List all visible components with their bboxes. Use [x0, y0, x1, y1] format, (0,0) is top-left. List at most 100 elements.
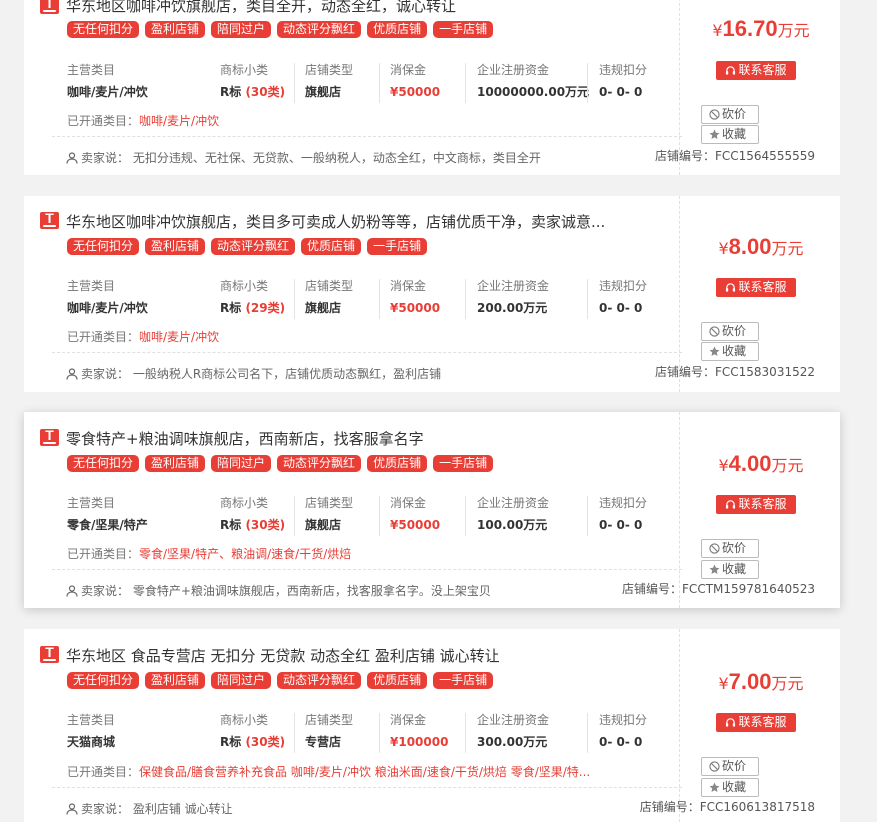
currency-symbol: ¥: [718, 674, 729, 693]
listing-card[interactable]: T 华东地区咖啡冲饮旗舰店，类目多可卖成人奶粉等等，店铺优质干净，卖家诚意...…: [24, 196, 840, 392]
shop-type-value: 旗舰店: [305, 85, 342, 99]
trademark-count: (30类): [245, 85, 286, 99]
price: ¥16.70万元: [682, 16, 840, 42]
shop-type: 店铺类型 旗舰店: [305, 495, 353, 534]
shop-number-value: FCCTM159781640523: [682, 582, 815, 596]
divider: [587, 279, 588, 319]
bargain-button[interactable]: 砍价: [701, 105, 759, 124]
capital-value: 300.00万元: [477, 735, 548, 749]
divider: [294, 496, 295, 536]
listing-card[interactable]: T 华东地区咖啡冲饮旗舰店，类目全开，动态全红，诚心转让 无任何扣分 盈利店铺 …: [24, 0, 840, 175]
tag: 盈利店铺: [145, 21, 206, 38]
bargain-button[interactable]: 砍价: [701, 322, 759, 341]
shop-number-value: FCC1564555559: [714, 149, 815, 163]
penalty-value: 0- 0- 0: [599, 735, 643, 749]
contact-service-button[interactable]: 联系客服: [716, 713, 796, 732]
divider: [294, 63, 295, 103]
main-category-label: 主营类目: [67, 279, 116, 293]
seller-note-text: 盈利店铺 诚心转让: [132, 802, 233, 816]
deposit: 消保金 ¥50000: [390, 495, 440, 534]
seller-note: 卖家说： 盈利店铺 诚心转让: [66, 800, 233, 817]
contact-service-label: 联系客服: [738, 715, 787, 729]
ban-icon: [709, 326, 720, 337]
bargain-label: 砍价: [722, 541, 747, 555]
main-category: 主营类目 咖啡/麦片/冲饮: [67, 278, 148, 317]
trademark-value: R标: [220, 301, 242, 315]
contact-service-button[interactable]: 联系客服: [716, 278, 796, 297]
divider: [294, 279, 295, 319]
bargain-button[interactable]: 砍价: [701, 539, 759, 558]
main-category-label: 主营类目: [67, 496, 116, 510]
favorite-button[interactable]: 收藏: [701, 125, 759, 144]
divider: [52, 136, 682, 137]
opened-categories-label: 已开通类目：: [67, 114, 140, 128]
trademark-value: R标: [220, 518, 242, 532]
listing-card[interactable]: T 华东地区 食品专营店 无扣分 无贷款 动态全红 盈利店铺 诚心转让 无任何扣…: [24, 629, 840, 822]
listing-title[interactable]: 零食特产+粮油调味旗舰店，西南新店，找客服拿名字: [66, 428, 666, 449]
shop-number: 店铺编号：FCC1583031522: [655, 363, 815, 380]
contact-service-button[interactable]: 联系客服: [716, 61, 796, 80]
favorite-label: 收藏: [722, 562, 747, 576]
shop-number-label: 店铺编号：: [622, 582, 683, 596]
divider: [587, 713, 588, 753]
capital: 企业注册资金 10000000.00万元: [477, 62, 589, 101]
listing-title[interactable]: 华东地区咖啡冲饮旗舰店，类目多可卖成人奶粉等等，店铺优质干净，卖家诚意...: [66, 211, 666, 232]
opened-categories-value: 保健食品/膳食营养补充食品 咖啡/麦片/冲饮 粮油米面/速食/干货/烘焙 零食/…: [139, 765, 591, 779]
tag: 一手店铺: [433, 455, 494, 472]
deposit-value: ¥50000: [390, 85, 441, 99]
contact-service-button[interactable]: 联系客服: [716, 495, 796, 514]
shop-number: 店铺编号：FCC160613817518: [640, 798, 815, 815]
main-category: 主营类目 天猫商城: [67, 712, 115, 751]
tag: 盈利店铺: [145, 455, 206, 472]
seller-note-text: 零食特产+粮油调味旗舰店，西南新店，找客服拿名字。没上架宝贝: [132, 584, 491, 598]
tmall-logo-icon: T: [40, 0, 59, 14]
penalty: 违规扣分 0- 0- 0: [599, 495, 647, 534]
penalty-value: 0- 0- 0: [599, 85, 643, 99]
shop-number: 店铺编号：FCCTM159781640523: [622, 580, 815, 597]
bargain-button[interactable]: 砍价: [701, 757, 759, 776]
divider: [52, 569, 682, 570]
tmall-logo-icon: T: [40, 427, 59, 446]
price-unit: 万元: [777, 21, 810, 40]
favorite-button[interactable]: 收藏: [701, 342, 759, 361]
price: ¥4.00万元: [682, 451, 840, 477]
trademark: 商标小类 R标 (30类): [220, 712, 285, 751]
trademark-label: 商标小类: [220, 496, 269, 510]
divider: [379, 279, 380, 319]
tag: 动态评分飘红: [211, 238, 296, 255]
person-icon: [66, 803, 78, 815]
tag: 陪同过户: [211, 455, 272, 472]
favorite-button[interactable]: 收藏: [701, 560, 759, 579]
deposit-label: 消保金: [390, 496, 427, 510]
price-value: 16.70: [722, 16, 778, 41]
divider: [465, 63, 466, 103]
deposit-value: ¥100000: [390, 735, 449, 749]
opened-categories-label: 已开通类目：: [67, 547, 140, 561]
tag: 陪同过户: [211, 672, 272, 689]
capital-label: 企业注册资金: [477, 63, 550, 77]
penalty-label: 违规扣分: [599, 496, 648, 510]
deposit: 消保金 ¥100000: [390, 712, 448, 751]
price-value: 8.00: [728, 234, 772, 259]
shop-type-label: 店铺类型: [305, 713, 354, 727]
price-unit: 万元: [771, 239, 804, 258]
favorite-label: 收藏: [722, 127, 747, 141]
tag-list: 无任何扣分 盈利店铺 陪同过户 动态评分飘红 优质店铺 一手店铺: [67, 455, 494, 472]
tag: 动态评分飘红: [277, 21, 362, 38]
currency-symbol: ¥: [718, 456, 729, 475]
listing-title[interactable]: 华东地区咖啡冲饮旗舰店，类目全开，动态全红，诚心转让: [66, 0, 666, 16]
star-icon: [709, 782, 720, 792]
listing-title[interactable]: 华东地区 食品专营店 无扣分 无贷款 动态全红 盈利店铺 诚心转让: [66, 645, 666, 666]
bargain-label: 砍价: [722, 324, 747, 338]
person-icon: [66, 152, 78, 164]
penalty-value: 0- 0- 0: [599, 301, 643, 315]
listing-card[interactable]: T 零食特产+粮油调味旗舰店，西南新店，找客服拿名字 无任何扣分 盈利店铺 陪同…: [24, 412, 840, 608]
divider: [587, 496, 588, 536]
shop-type-label: 店铺类型: [305, 496, 354, 510]
favorite-button[interactable]: 收藏: [701, 778, 759, 797]
price: ¥8.00万元: [682, 234, 840, 260]
tag: 优质店铺: [367, 672, 428, 689]
capital-label: 企业注册资金: [477, 496, 550, 510]
trademark-count: (30类): [245, 735, 286, 749]
headset-icon: [726, 283, 736, 292]
